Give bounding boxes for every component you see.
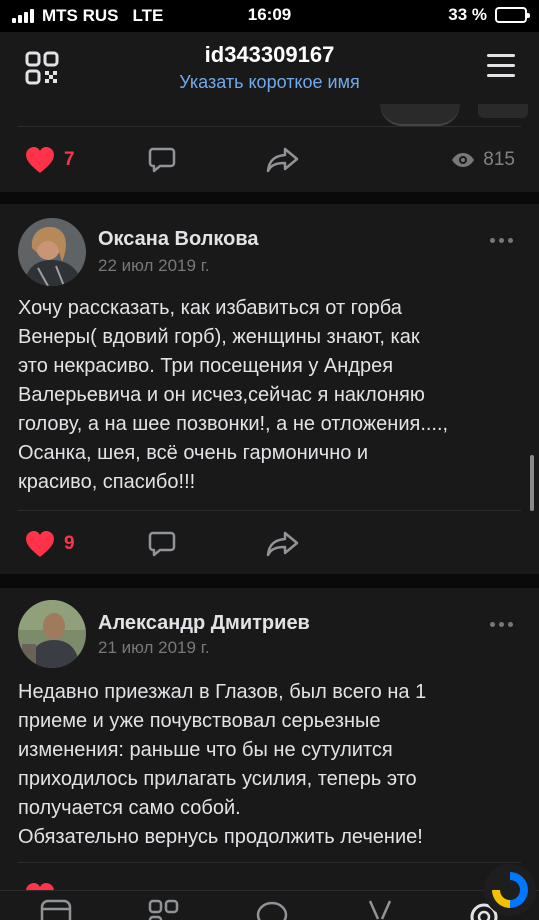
set-short-name-link[interactable]: Указать короткое имя <box>0 72 539 93</box>
post-actions: 7 815 <box>0 138 539 182</box>
status-right: 33 % <box>448 5 530 25</box>
previous-post: 7 815 <box>0 104 539 192</box>
comment-button[interactable] <box>148 522 176 566</box>
app-header: id343309167 Указать короткое имя <box>0 32 539 104</box>
floating-assistant-button[interactable] <box>484 864 536 916</box>
like-button[interactable]: 9 <box>24 522 75 566</box>
attachment-image[interactable] <box>380 104 460 126</box>
battery-percent: 33 % <box>448 5 487 24</box>
news-tab-icon[interactable] <box>40 899 72 920</box>
messages-tab-icon[interactable] <box>256 899 288 920</box>
scroll-indicator[interactable] <box>530 455 534 511</box>
views-counter: 815 <box>451 138 515 182</box>
share-icon <box>266 147 299 173</box>
comment-button[interactable] <box>148 138 176 182</box>
author-name[interactable]: Александр Дмитриев <box>98 612 310 635</box>
services-tab-icon[interactable] <box>148 899 180 920</box>
bottom-tab-bar <box>0 890 539 920</box>
divider <box>18 862 521 863</box>
assistant-icon <box>484 864 536 916</box>
more-dots-icon[interactable] <box>490 622 513 627</box>
divider <box>18 510 521 511</box>
post-date[interactable]: 22 июл 2019 г. <box>98 256 210 276</box>
post-card: Александр Дмитриев 21 июл 2019 г. Недавн… <box>0 588 539 909</box>
share-button[interactable] <box>266 138 300 182</box>
hamburger-menu-icon[interactable] <box>487 54 515 78</box>
battery-icon <box>495 7 530 23</box>
post-date[interactable]: 21 июл 2019 г. <box>98 638 210 658</box>
status-bar: MTS RUS LTE 16:09 33 % <box>0 0 539 32</box>
heart-icon <box>26 147 54 173</box>
views-count: 815 <box>483 149 515 170</box>
share-button[interactable] <box>266 522 300 566</box>
eye-icon <box>452 153 475 167</box>
heart-icon <box>26 531 54 557</box>
like-count: 7 <box>64 149 75 170</box>
author-name[interactable]: Оксана Волкова <box>98 228 259 251</box>
like-count: 9 <box>64 533 75 554</box>
like-button[interactable]: 7 <box>24 138 75 182</box>
attachment-image[interactable] <box>478 104 528 118</box>
comment-icon <box>148 147 176 173</box>
comment-icon <box>148 531 176 557</box>
post-text: Недавно приезжал в Глазов, был всего на … <box>18 681 427 848</box>
divider <box>18 126 521 127</box>
page-title: id343309167 <box>204 42 335 67</box>
post-actions: 9 <box>0 522 539 566</box>
clips-tab-icon[interactable] <box>364 899 396 920</box>
post-card: Оксана Волкова 22 июл 2019 г. Хочу расск… <box>0 204 539 574</box>
share-icon <box>266 531 299 557</box>
post-text: Хочу рассказать, как избавиться от горба… <box>18 297 449 493</box>
more-dots-icon[interactable] <box>490 238 513 243</box>
avatar[interactable] <box>18 600 86 668</box>
avatar[interactable] <box>18 218 86 286</box>
